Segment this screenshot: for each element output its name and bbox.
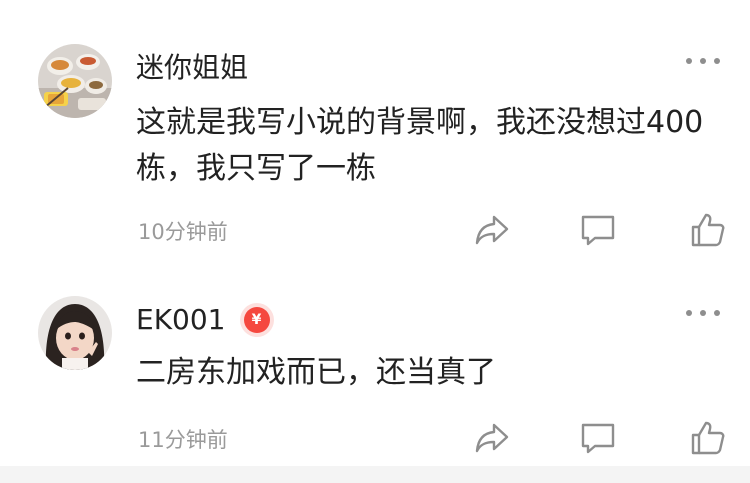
- share-button[interactable]: [472, 418, 512, 458]
- comment-icon: [581, 423, 615, 454]
- comment-time: 11分钟前: [138, 428, 228, 452]
- reply-button[interactable]: [578, 418, 618, 458]
- reply-button[interactable]: [578, 210, 618, 250]
- comment-item: EK001 ¥ 二房东加戏而已，还当真了 11分钟前: [0, 262, 750, 462]
- bottom-divider: [0, 466, 750, 483]
- comment-time: 10分钟前: [138, 220, 228, 244]
- avatar[interactable]: [38, 44, 112, 118]
- share-button[interactable]: [472, 210, 512, 250]
- username-row: EK001 ¥: [136, 300, 270, 340]
- more-dots-icon[interactable]: [686, 303, 720, 323]
- username-row: 迷你姐姐: [136, 48, 248, 88]
- food-photo-avatar: [38, 44, 112, 118]
- avatar[interactable]: [38, 296, 112, 370]
- thumbs-up-icon: [691, 213, 725, 247]
- comment-item: 迷你姐姐 这就是我写小说的背景啊，我还没想过400栋，我只写了一栋 10分钟前: [0, 0, 750, 262]
- comment-text: 这就是我写小说的背景啊，我还没想过400栋，我只写了一栋: [136, 105, 704, 186]
- like-button[interactable]: [688, 418, 728, 458]
- comment-icon: [581, 215, 615, 246]
- comment-text: 二房东加戏而已，还当真了: [136, 355, 496, 390]
- yuan-badge-icon: ¥: [243, 307, 270, 333]
- username[interactable]: EK001: [136, 300, 226, 340]
- like-button[interactable]: [688, 210, 728, 250]
- username[interactable]: 迷你姐姐: [136, 48, 248, 88]
- girl-photo-avatar: [38, 296, 112, 370]
- more-dots-icon[interactable]: [686, 51, 720, 71]
- share-icon: [475, 215, 509, 245]
- thumbs-up-icon: [691, 421, 725, 455]
- share-icon: [475, 423, 509, 453]
